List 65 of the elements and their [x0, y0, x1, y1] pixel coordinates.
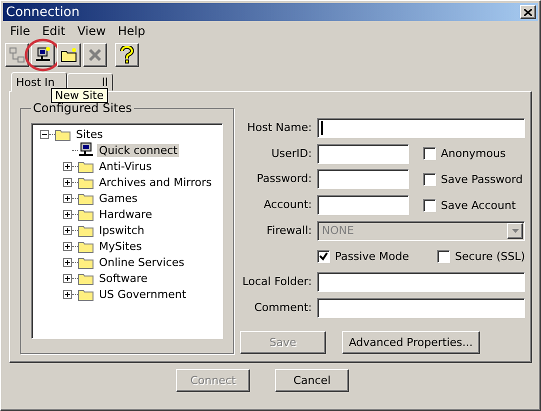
- checkbox-label: Save Password: [440, 172, 523, 186]
- input-field[interactable]: [316, 298, 525, 318]
- field-label: Account:: [262, 198, 312, 212]
- checkbox[interactable]: [422, 147, 436, 160]
- expand-icon[interactable]: [63, 226, 72, 234]
- computer-icon: [35, 47, 51, 63]
- toolbar-button[interactable]: [57, 43, 81, 67]
- tree-item[interactable]: Hardware: [97, 208, 154, 220]
- expand-icon[interactable]: [63, 162, 72, 170]
- field-label: Firewall:: [266, 224, 312, 238]
- input-field[interactable]: [316, 195, 409, 216]
- expand-icon[interactable]: [63, 210, 72, 218]
- input-field[interactable]: [316, 169, 409, 190]
- expand-icon[interactable]: [63, 274, 72, 282]
- tab[interactable]: Host In: [11, 72, 67, 92]
- field-label: Local Folder:: [241, 275, 312, 290]
- tree-item[interactable]: US Government: [97, 288, 188, 300]
- network-icon: [9, 47, 25, 63]
- close-icon: [524, 8, 532, 16]
- tree-item[interactable]: Online Services: [97, 256, 186, 268]
- expand-icon[interactable]: [63, 242, 72, 250]
- field-label: Password:: [256, 172, 312, 186]
- checkbox[interactable]: [422, 172, 436, 186]
- field-label: Comment:: [253, 301, 312, 316]
- field-label: Host Name:: [246, 120, 312, 135]
- toolbar-button[interactable]: [115, 43, 139, 67]
- tree-item[interactable]: MySites: [97, 240, 144, 252]
- menu-item[interactable]: File: [5, 23, 36, 39]
- question-icon: [120, 46, 134, 64]
- expand-icon[interactable]: [63, 178, 72, 186]
- cross-icon: [88, 48, 102, 62]
- group-title: Configured Sites: [32, 101, 133, 115]
- computer-icon: [78, 142, 94, 158]
- checkbox[interactable]: [437, 250, 450, 264]
- tooltip: New Site: [51, 88, 108, 103]
- tree-item[interactable]: Anti-Virus: [97, 160, 154, 172]
- input-field[interactable]: [316, 118, 525, 138]
- dialog-button[interactable]: Cancel: [275, 369, 349, 392]
- close-button[interactable]: [520, 5, 536, 19]
- toolbar-button[interactable]: [31, 43, 55, 67]
- checkbox-label: Anonymous: [440, 147, 506, 160]
- checkbox[interactable]: [316, 250, 330, 264]
- form-button[interactable]: Advanced Properties...: [342, 331, 480, 354]
- menu-item[interactable]: View: [72, 23, 111, 39]
- tree-item[interactable]: Software: [97, 272, 150, 284]
- tree-item[interactable]: Archives and Mirrors: [97, 176, 214, 188]
- collapse-icon[interactable]: [40, 130, 49, 138]
- input-field[interactable]: [316, 144, 409, 164]
- window-title: Connection: [6, 4, 80, 20]
- field-label: UserID:: [270, 146, 312, 161]
- input-field[interactable]: [316, 272, 525, 292]
- checkbox-label: Save Account: [440, 198, 516, 212]
- checkbox-label: Secure (SSL): [455, 250, 525, 264]
- menu-item[interactable]: Help: [112, 23, 150, 39]
- tree-item[interactable]: Quick connect: [97, 144, 180, 156]
- tree-item[interactable]: Ipswitch: [97, 224, 146, 236]
- tree-item[interactable]: Sites: [74, 128, 105, 140]
- checkbox-label: Passive Mode: [334, 250, 409, 264]
- folder-icon: [61, 48, 77, 62]
- expand-icon[interactable]: [63, 194, 72, 202]
- menu-item[interactable]: Edit: [37, 23, 70, 39]
- checkbox[interactable]: [422, 198, 436, 212]
- expand-icon[interactable]: [63, 290, 72, 298]
- tree-item[interactable]: Games: [97, 192, 140, 204]
- expand-icon[interactable]: [63, 258, 72, 266]
